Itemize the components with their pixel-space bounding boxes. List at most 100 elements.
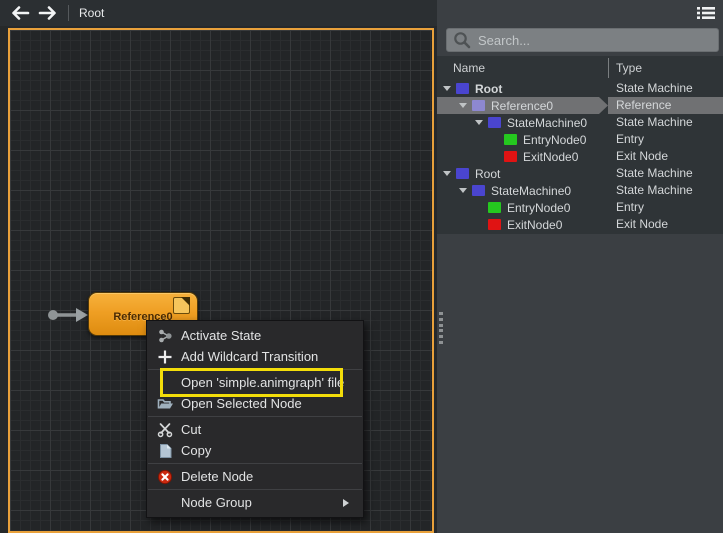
node-type-icon	[488, 117, 501, 128]
tree-row[interactable]: StateMachine0 State Machine	[437, 182, 723, 199]
expand-arrow-icon[interactable]	[475, 120, 483, 125]
breadcrumb-divider	[68, 5, 69, 21]
node-type-icon	[472, 185, 485, 196]
menu-separator	[148, 369, 362, 370]
activate-state-icon	[155, 328, 175, 344]
node-tree: Name Type Root State Machine Reference0 …	[437, 56, 723, 234]
node-type: Exit Node	[608, 148, 723, 165]
column-divider[interactable]	[608, 58, 609, 78]
menu-item-open-selected-node[interactable]: Open Selected Node	[147, 393, 363, 414]
menu-item-icon	[155, 495, 175, 511]
menu-item-label: Open Selected Node	[181, 396, 302, 411]
node-type: State Machine	[608, 80, 723, 97]
menu-item-label: Copy	[181, 443, 211, 458]
back-button[interactable]	[8, 3, 32, 23]
node-type-icon	[488, 202, 501, 213]
tree-row-name-cell: Root	[437, 80, 608, 97]
forward-button[interactable]	[36, 3, 60, 23]
tree-row[interactable]: Root State Machine	[437, 80, 723, 97]
expand-arrow-icon[interactable]	[459, 103, 467, 108]
plus-icon	[155, 349, 175, 365]
menu-item-activate-state[interactable]: Activate State	[147, 325, 363, 346]
navigation-toolbar: Root	[0, 0, 437, 26]
menu-item-node-group[interactable]: Node Group	[147, 492, 363, 513]
search-input[interactable]	[472, 33, 718, 48]
delete-icon	[155, 469, 175, 485]
context-menu: Activate State Add Wildcard Transition O…	[146, 320, 364, 518]
tree-row-name-cell: StateMachine0	[437, 182, 608, 199]
tree-row[interactable]: StateMachine0 State Machine	[437, 114, 723, 131]
tree-row[interactable]: EntryNode0 Entry	[437, 131, 723, 148]
tree-row-name-cell: Reference0	[437, 97, 608, 114]
node-name: StateMachine0	[491, 184, 571, 198]
tree-row[interactable]: Root State Machine	[437, 165, 723, 182]
menu-item-add-wildcard-transition[interactable]: Add Wildcard Transition	[147, 346, 363, 367]
tree-row[interactable]: ExitNode0 Exit Node	[437, 216, 723, 233]
graph-canvas[interactable]: Reference0 Activate State Add Wildcard T…	[8, 28, 434, 533]
canvas-left-margin	[0, 26, 8, 533]
panel-splitter-handle[interactable]	[439, 312, 445, 344]
tree-row-name-cell: ExitNode0	[437, 148, 608, 165]
node-type: Entry	[608, 131, 723, 148]
expand-arrow-icon[interactable]	[459, 188, 467, 193]
tree-row[interactable]: ExitNode0 Exit Node	[437, 148, 723, 165]
node-name: ExitNode0	[507, 218, 562, 232]
menu-item-open-simple-animgraph-file[interactable]: Open 'simple.animgraph' file	[147, 372, 363, 393]
tree-row-name-cell: EntryNode0	[437, 199, 608, 216]
expand-arrow-icon[interactable]	[443, 171, 451, 176]
node-name: Reference0	[491, 99, 553, 113]
tree-row-name-cell: ExitNode0	[437, 216, 608, 233]
expand-arrow-icon[interactable]	[443, 86, 451, 91]
node-name: ExitNode0	[523, 150, 578, 164]
forward-arrow-icon	[38, 6, 58, 20]
list-view-icon	[695, 4, 717, 22]
node-type-icon	[472, 100, 485, 111]
column-header-type[interactable]: Type	[608, 61, 723, 75]
menu-item-label: Delete Node	[181, 469, 253, 484]
copy-icon	[155, 443, 175, 459]
node-type: State Machine	[608, 165, 723, 182]
menu-item-copy[interactable]: Copy	[147, 440, 363, 461]
breadcrumb[interactable]: Root	[79, 6, 104, 20]
menu-separator	[148, 416, 362, 417]
node-type-icon	[504, 134, 517, 145]
node-type: State Machine	[608, 182, 723, 199]
node-name: Root	[475, 82, 502, 96]
menu-item-cut[interactable]: Cut	[147, 419, 363, 440]
back-arrow-icon	[10, 6, 30, 20]
menu-item-label: Add Wildcard Transition	[181, 349, 318, 364]
scissors-icon	[155, 422, 175, 438]
reference-badge-icon	[173, 297, 190, 314]
node-name: Root	[475, 167, 500, 181]
node-name: EntryNode0	[507, 201, 570, 215]
tree-row-name-cell: StateMachine0	[437, 114, 608, 131]
column-header-name[interactable]: Name	[437, 61, 608, 75]
list-view-button[interactable]	[695, 4, 717, 22]
menu-separator	[148, 463, 362, 464]
tree-row-name-cell: EntryNode0	[437, 131, 608, 148]
tree-row-name-cell: Root	[437, 165, 608, 182]
menu-separator	[148, 489, 362, 490]
open-node-icon	[155, 396, 175, 412]
tree-row[interactable]: Reference0 Reference	[437, 97, 723, 114]
node-type: Exit Node	[608, 216, 723, 233]
node-type-icon	[504, 151, 517, 162]
node-name: EntryNode0	[523, 133, 586, 147]
node-type-icon	[456, 83, 469, 94]
search-box	[446, 28, 719, 52]
node-type: State Machine	[608, 114, 723, 131]
node-type: Reference	[608, 97, 723, 114]
node-type-icon	[456, 168, 469, 179]
anim-graph-hierarchy-panel: Name Type Root State Machine Reference0 …	[437, 0, 723, 533]
tree-header: Name Type	[437, 56, 723, 80]
submenu-arrow-icon	[343, 499, 349, 507]
node-type: Entry	[608, 199, 723, 216]
menu-item-label: Node Group	[181, 495, 252, 510]
menu-item-delete-node[interactable]: Delete Node	[147, 466, 363, 487]
menu-item-label: Open 'simple.animgraph' file	[181, 375, 344, 390]
node-name: StateMachine0	[507, 116, 587, 130]
entry-transition-arrow[interactable]	[46, 305, 90, 325]
search-icon	[452, 30, 472, 50]
tree-row[interactable]: EntryNode0 Entry	[437, 199, 723, 216]
menu-item-label: Activate State	[181, 328, 261, 343]
